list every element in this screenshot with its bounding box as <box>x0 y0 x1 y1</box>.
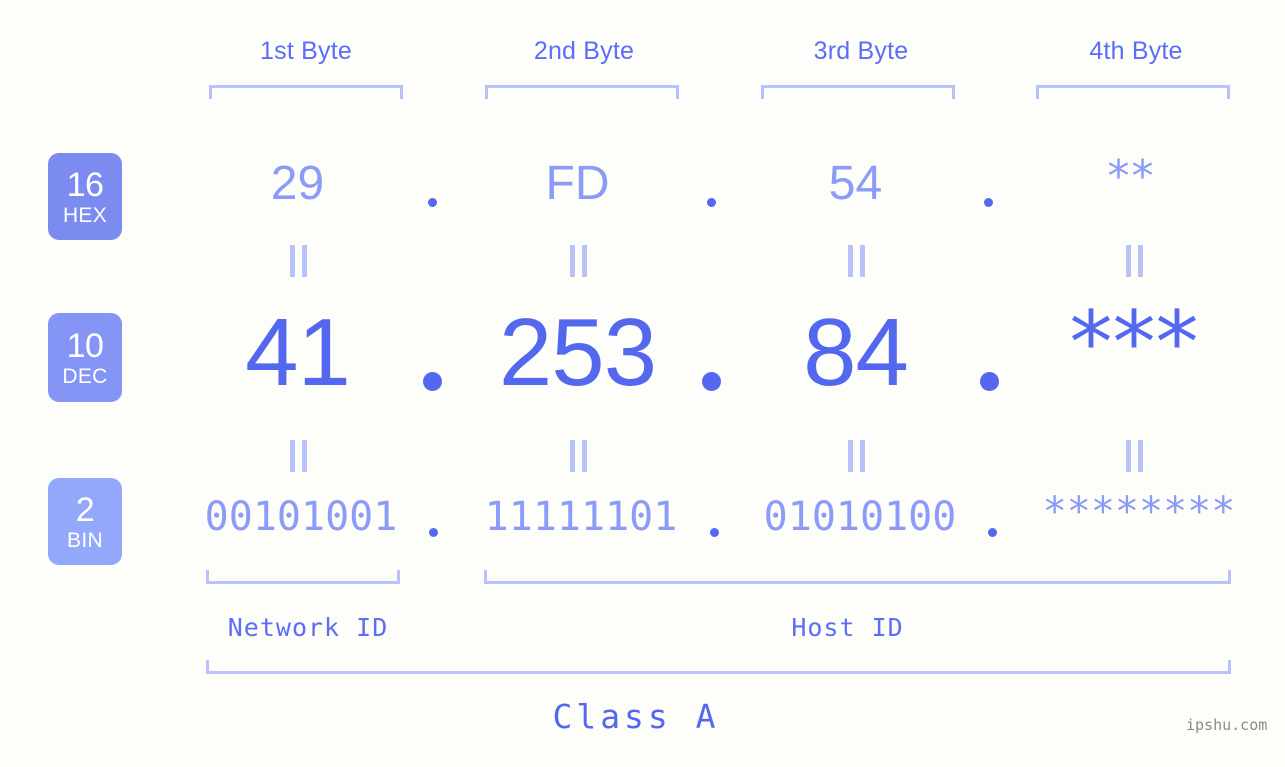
byte-bracket-top-3 <box>761 85 955 99</box>
bin-byte-4-masked: ******** <box>1042 489 1236 535</box>
host-id-label: Host ID <box>791 613 904 642</box>
byte-bracket-top-4 <box>1036 85 1230 99</box>
bin-separator-dot-3 <box>988 528 997 537</box>
base-badge-hex-number: 16 <box>66 165 104 204</box>
equals-connector-hex-dec-3 <box>848 245 865 277</box>
equals-connector-dec-bin-4 <box>1126 440 1143 472</box>
bin-byte-2: 11111101 <box>484 494 678 540</box>
class-bracket <box>206 660 1231 674</box>
byte-header-1: 1st Byte <box>260 37 352 65</box>
hex-separator-dot-3 <box>984 198 993 207</box>
base-badge-dec-number: 10 <box>66 326 104 365</box>
dec-byte-2: 253 <box>498 299 657 406</box>
base-badge-dec-name: DEC <box>62 364 108 388</box>
bin-separator-dot-2 <box>710 528 719 537</box>
dec-separator-dot-1 <box>423 372 442 391</box>
dec-separator-dot-2 <box>702 372 721 391</box>
base-badge-hex-name: HEX <box>62 203 108 227</box>
dec-separator-dot-3 <box>980 372 999 391</box>
bin-byte-3: 01010100 <box>763 494 957 540</box>
equals-connector-hex-dec-4 <box>1126 245 1143 277</box>
base-badge-bin: 2 BIN <box>48 478 122 565</box>
watermark: ipshu.com <box>1186 716 1268 734</box>
bin-byte-1: 00101001 <box>204 494 398 540</box>
class-label: Class A <box>552 697 720 736</box>
network-id-label: Network ID <box>227 613 389 642</box>
equals-connector-dec-bin-2 <box>570 440 587 472</box>
hex-byte-3: 54 <box>828 157 883 210</box>
base-badge-hex: 16 HEX <box>48 153 122 240</box>
byte-bracket-top-1 <box>209 85 403 99</box>
hex-byte-2: FD <box>545 157 610 210</box>
dec-byte-1: 41 <box>245 299 351 406</box>
hex-byte-4-masked: ** <box>1107 151 1156 202</box>
equals-connector-dec-bin-3 <box>848 440 865 472</box>
byte-header-4: 4th Byte <box>1089 37 1183 65</box>
ip-address-breakdown-diagram: 1st Byte 2nd Byte 3rd Byte 4th Byte 16 H… <box>0 0 1285 767</box>
network-id-bracket <box>206 570 400 584</box>
hex-separator-dot-1 <box>428 198 437 207</box>
bin-separator-dot-1 <box>429 528 438 537</box>
base-badge-bin-name: BIN <box>67 528 103 552</box>
byte-header-3: 3rd Byte <box>813 37 909 65</box>
dec-byte-4-masked: *** <box>1069 293 1199 393</box>
base-badge-bin-number: 2 <box>75 490 95 529</box>
dec-byte-3: 84 <box>803 299 909 406</box>
equals-connector-dec-bin-1 <box>290 440 307 472</box>
hex-separator-dot-2 <box>707 198 716 207</box>
equals-connector-hex-dec-1 <box>290 245 307 277</box>
base-badge-dec: 10 DEC <box>48 313 122 402</box>
byte-header-2: 2nd Byte <box>533 37 635 65</box>
hex-byte-1: 29 <box>270 157 325 210</box>
host-id-bracket <box>484 570 1231 584</box>
byte-bracket-top-2 <box>485 85 679 99</box>
equals-connector-hex-dec-2 <box>570 245 587 277</box>
